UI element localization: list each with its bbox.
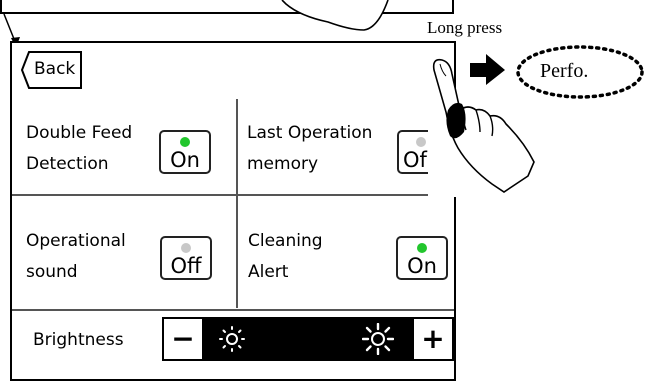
led-indicator — [181, 243, 191, 253]
operational-sound-toggle[interactable]: Off — [160, 236, 212, 280]
sun-dim-icon — [219, 326, 245, 352]
grid-divider-bottom — [12, 309, 454, 311]
cleaning-alert-toggle[interactable]: On — [396, 236, 448, 280]
brightness-label: Brightness — [33, 330, 124, 350]
back-button[interactable]: Back — [20, 50, 84, 90]
cleaning-alert-label: Cleaning Alert — [248, 231, 323, 282]
toggle-state: Off — [170, 254, 202, 278]
back-label: Back — [34, 59, 76, 79]
double-feed-detection-label: Double Feed Detection — [26, 123, 133, 174]
double-feed-toggle[interactable]: On — [159, 130, 211, 174]
last-operation-memory-label: Last Operation memory — [247, 123, 373, 174]
operational-sound-label: Operational sound — [26, 231, 126, 282]
settings-panel: Back Double Feed Detection On Last Opera… — [10, 41, 456, 381]
grid-divider-vertical — [236, 99, 238, 308]
toggle-state: On — [407, 254, 437, 278]
led-indicator — [417, 243, 427, 253]
brightness-slider[interactable]: − + — [162, 317, 454, 361]
pointing-hand-icon — [428, 58, 535, 197]
sun-bright-icon — [362, 323, 394, 355]
grid-divider-middle — [12, 194, 454, 196]
brightness-increase-button[interactable]: + — [414, 319, 452, 359]
hand-fragment-top — [281, 0, 389, 31]
long-press-label: Long press — [427, 18, 503, 37]
toggle-state: On — [170, 148, 200, 172]
led-indicator — [180, 137, 190, 147]
brightness-decrease-button[interactable]: − — [164, 319, 202, 359]
